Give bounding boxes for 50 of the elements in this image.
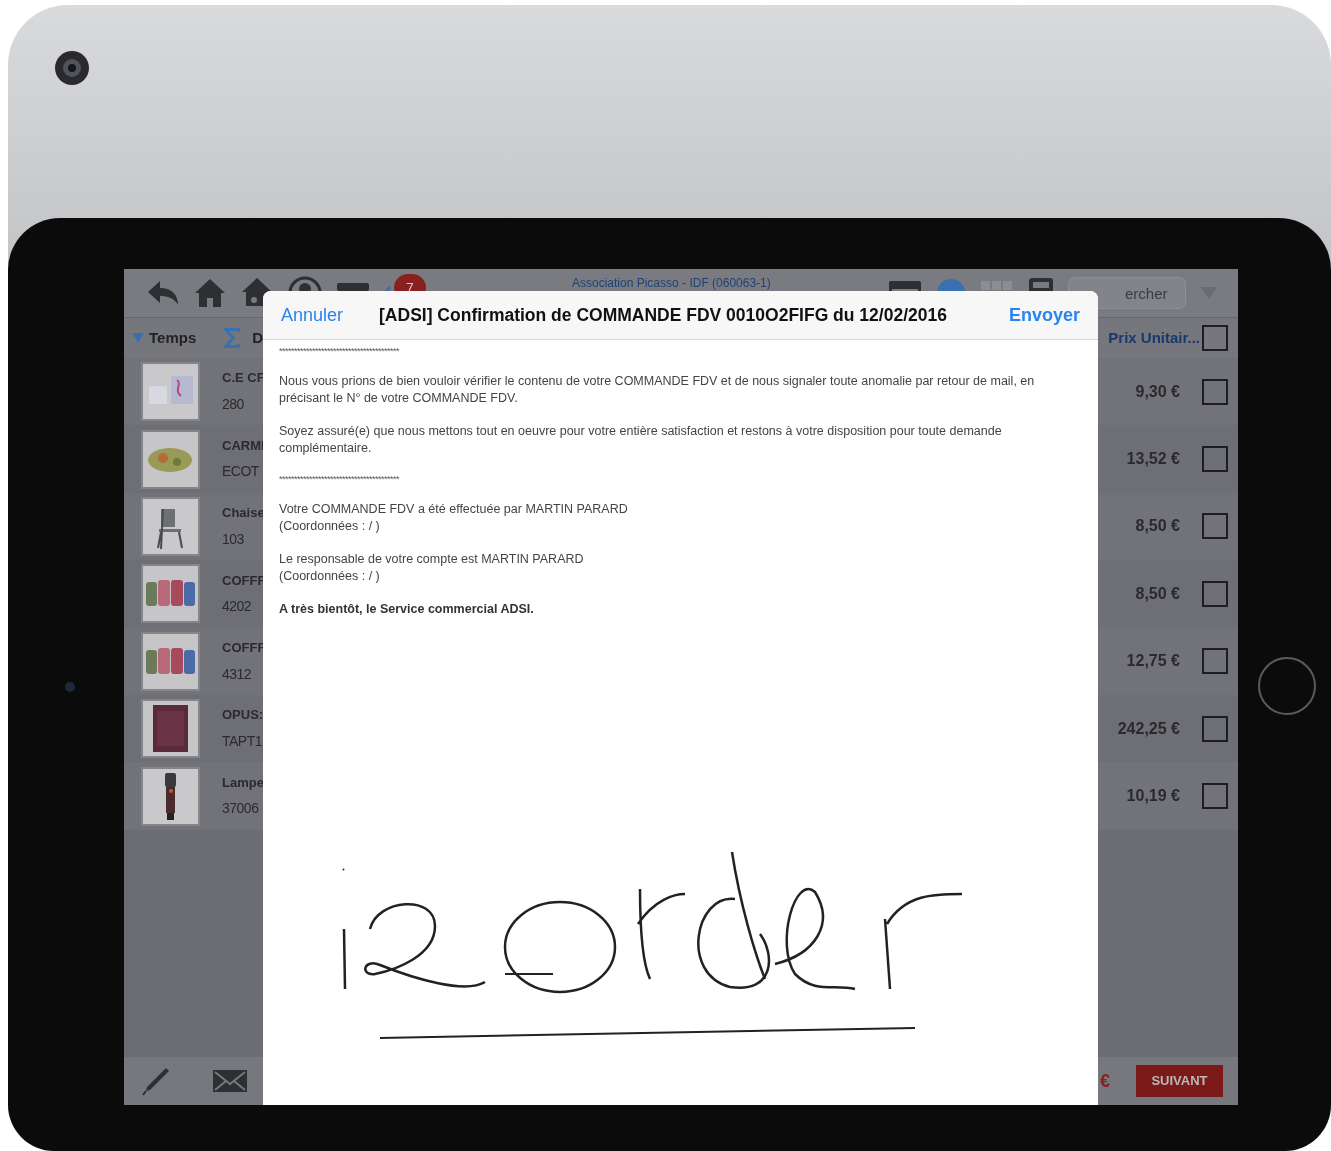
product-name: Lampe <box>222 773 264 792</box>
separator-line: **************************************** <box>279 473 401 485</box>
product-name: OPUS: <box>222 706 264 725</box>
product-code: ECOT <box>222 462 260 482</box>
cancel-button[interactable]: Annuler <box>281 301 344 329</box>
product-code: 103 <box>222 529 245 549</box>
email-paragraph: Soyez assuré(e) que nous mettons tout en oeuvre pour votre entière satisfaction et restons à votre disposition pour toute demande complémentaire. <box>279 423 1003 457</box>
price: 13,52 € <box>1126 449 1180 470</box>
sort-label[interactable]: Temps <box>149 326 197 350</box>
price: 12,75 € <box>1126 651 1180 672</box>
checkbox[interactable] <box>1202 715 1228 742</box>
price: 10,19 € <box>1126 786 1180 807</box>
price: 9,30 € <box>1135 381 1180 402</box>
checkbox[interactable] <box>1202 446 1228 473</box>
price: 242,25 € <box>1117 718 1180 739</box>
email-paragraph: Le responsable de votre compte est MARTIN PARARD (Coordonnées : / ) <box>279 551 585 585</box>
pen-icon[interactable] <box>142 1066 170 1096</box>
column-header: Prix Unitair... <box>1108 327 1200 348</box>
product-code: 37006 <box>222 799 260 819</box>
checkbox[interactable] <box>1202 513 1228 540</box>
price: 8,50 € <box>1135 583 1180 604</box>
back-arrow-icon[interactable] <box>146 279 180 307</box>
product-code: 4312 <box>222 664 253 684</box>
price: 8,50 € <box>1135 516 1180 537</box>
checkbox[interactable] <box>1202 378 1228 405</box>
product-code: TAPT1 <box>222 731 264 751</box>
product-name: COFFF <box>222 571 266 590</box>
mail-icon[interactable] <box>212 1069 248 1093</box>
checkbox[interactable] <box>1202 580 1228 607</box>
email-paragraph: Nous vous prions de bien vouloir vérifier le contenu de votre COMMANDE FDV et de nous signaler toute anomalie par retour de mail, en précisant le N° de votre COMMANDE FDV. <box>279 373 1036 407</box>
product-code: 280 <box>222 394 245 414</box>
email-paragraph: Votre COMMANDE FDV a été effectuée par MARTIN PARARD (Coordonnées : / ) <box>279 501 629 535</box>
camera-icon <box>54 50 90 86</box>
next-button[interactable]: SUIVANT <box>1136 1065 1223 1097</box>
product-name: Chaise <box>222 504 265 523</box>
column-header: D <box>252 327 264 348</box>
checkbox[interactable] <box>1202 325 1228 351</box>
product-name: COFFF <box>222 639 266 657</box>
front-camera-icon <box>64 681 76 693</box>
account-title: Association Picasso - IDF (060063-1) <box>572 275 771 292</box>
checkbox[interactable] <box>1202 783 1228 810</box>
checkbox[interactable] <box>1202 648 1228 675</box>
email-subject: [ADSI] Confirmation de COMMANDE FDV 0010O2FIFG du 12/02/2016 <box>379 303 947 327</box>
home-icon[interactable] <box>194 277 226 309</box>
separator-line: **************************************** <box>279 345 401 357</box>
home-button[interactable] <box>1258 657 1316 715</box>
product-name: C.E CF <box>222 369 265 388</box>
product-code: 4202 <box>222 597 253 617</box>
email-paragraph: A très bientôt, le Service commercial ADSI. <box>279 601 535 618</box>
total-amount: € <box>1100 1069 1110 1093</box>
